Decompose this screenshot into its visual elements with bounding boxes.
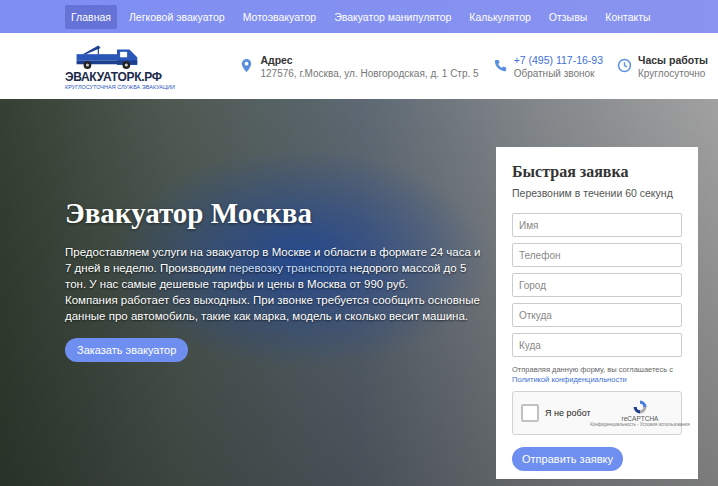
- text-segment[interactable]: перевозку транспорта: [229, 262, 347, 274]
- captcha-label: Я не робот: [545, 408, 591, 418]
- form-field[interactable]: [512, 273, 682, 297]
- contact-item: +7 (495) 117-16-93 Обратный звонок: [493, 54, 603, 79]
- captcha-brand: reCAPTCHA: [622, 415, 659, 422]
- nav-item[interactable]: Отзывы: [543, 5, 593, 29]
- privacy-link[interactable]: Политикой конфиденциальности: [512, 375, 627, 384]
- header: ЭВАКУАТОРК.РФКРУГЛОСУТОЧНАЯ СЛУЖБА ЭВАКУ…: [0, 33, 718, 99]
- nav-item[interactable]: Главная: [65, 5, 117, 29]
- nav-item[interactable]: Калькулятор: [463, 5, 536, 29]
- nav-item[interactable]: Мотоэвакуатор: [237, 5, 323, 29]
- form-title: Быстрая заявка: [512, 163, 682, 181]
- hero-paragraph: Компания работает без выходных. При звон…: [65, 292, 485, 324]
- logo-subtitle: КРУГЛОСУТОЧНАЯ СЛУЖБА ЭВАКУАЦИИ: [65, 84, 175, 90]
- hero-title: Эвакуатор Москва: [65, 197, 485, 230]
- captcha-checkbox[interactable]: [521, 404, 539, 422]
- form-field[interactable]: [512, 303, 682, 327]
- recaptcha-icon: [632, 399, 648, 415]
- order-button[interactable]: Заказать эвакуатор: [65, 338, 188, 362]
- top-nav: ГлавнаяЛегковой эвакуаторМотоэвакуаторЭв…: [0, 0, 718, 33]
- form-field[interactable]: [512, 243, 682, 267]
- quick-form: Быстрая заявка Перезвоним в течении 60 се…: [496, 147, 698, 479]
- phone-icon: [493, 58, 508, 73]
- hero-content: Эвакуатор Москва Предоставляем услуги на …: [0, 99, 485, 486]
- form-subtitle: Перезвоним в течении 60 секунд: [512, 187, 682, 199]
- contact-title[interactable]: +7 (495) 117-16-93: [514, 54, 603, 66]
- contact-text: Круглосуточно: [638, 68, 708, 79]
- page: ГлавнаяЛегковой эвакуаторМотоэвакуаторЭв…: [0, 0, 718, 486]
- text-segment: Компания работает без выходных. При звон…: [65, 294, 480, 322]
- form-field[interactable]: [512, 333, 682, 357]
- captcha-terms[interactable]: Конфиденциальность - Условия использован…: [590, 422, 690, 427]
- contact-item: Адрес 127576, г.Москва, ул. Новгородская,…: [239, 54, 478, 79]
- contact-title: Часы работы: [638, 54, 708, 66]
- map-pin-icon: [239, 58, 254, 73]
- recaptcha: Я не роботreCAPTCHAКонфиденциальность - …: [512, 391, 682, 435]
- contact-item: Часы работы Круглосуточно: [617, 54, 708, 79]
- contact-title: Адрес: [260, 54, 478, 66]
- contact-text: 127576, г.Москва, ул. Новгородская, д. 1…: [260, 68, 478, 79]
- form-field[interactable]: [512, 213, 682, 237]
- hero: Эвакуатор Москва Предоставляем услуги на …: [0, 99, 718, 486]
- logo[interactable]: ЭВАКУАТОРК.РФКРУГЛОСУТОЧНАЯ СЛУЖБА ЭВАКУ…: [65, 43, 185, 90]
- tow-truck-icon: [75, 43, 145, 70]
- clock-icon: [617, 58, 632, 73]
- contacts: Адрес 127576, г.Москва, ул. Новгородская,…: [239, 54, 708, 79]
- nav-item[interactable]: Эвакуатор манипулятор: [328, 5, 457, 29]
- contact-text[interactable]: Обратный звонок: [514, 68, 603, 79]
- consent-text: Отправляя данную форму, вы соглашаетесь …: [512, 365, 682, 385]
- logo-title: ЭВАКУАТОРК.РФ: [65, 70, 162, 84]
- nav-item[interactable]: Контакты: [599, 5, 656, 29]
- submit-button[interactable]: Отправить заявку: [512, 447, 623, 471]
- hero-paragraph: Предоставляем услуги на эвакуатор в Моск…: [65, 244, 485, 292]
- nav-item[interactable]: Легковой эвакуатор: [123, 5, 231, 29]
